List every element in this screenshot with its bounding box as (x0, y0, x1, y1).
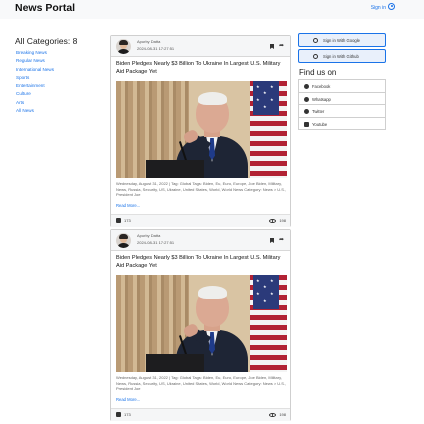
post-date: 2024-08-31 17:27:51 (137, 240, 175, 245)
like-icon[interactable] (116, 218, 121, 223)
view-count: 198 (279, 218, 286, 223)
right-sidebar: Sign in With Google Sign in With Github … (298, 33, 386, 130)
read-more-link[interactable]: Read More... (116, 203, 140, 208)
category-sidebar: All Categories: 8 Breaking News Regular … (15, 36, 105, 115)
social-label: Twitter (312, 109, 325, 114)
eye-icon (269, 413, 276, 417)
category-entertainment[interactable]: Entertainment (15, 82, 105, 90)
google-icon (313, 37, 318, 43)
category-all-news[interactable]: All News (15, 107, 105, 115)
card-footer: 173 198 (111, 408, 290, 421)
user-icon[interactable] (388, 3, 395, 10)
category-regular-news[interactable]: Regular News (15, 57, 105, 65)
google-signin-button[interactable]: Sign in With Google (298, 33, 386, 47)
news-card: Apurby Datta 2024-08-31 17:27:51 ➦ Biden… (110, 229, 291, 421)
author-avatar (116, 39, 131, 54)
social-link-youtube[interactable]: Youtube (298, 116, 386, 130)
brand-logo[interactable]: News Portal (15, 2, 75, 14)
social-label: Youtube (312, 121, 328, 127)
category-breaking-news[interactable]: Breaking News (15, 49, 105, 57)
news-headline[interactable]: Biden Pledges Nearly $3 Billion To Ukrai… (116, 255, 288, 270)
github-signin-button[interactable]: Sign in With Github (298, 49, 386, 63)
news-image: ★ ★ ★ ★ ★ ★ (116, 81, 287, 178)
category-culture[interactable]: Culture (15, 90, 105, 98)
social-label: Whatsapp (312, 96, 331, 102)
category-international-news[interactable]: International News (15, 66, 105, 74)
whatsapp-icon (304, 96, 309, 102)
youtube-icon (304, 121, 309, 127)
share-icon[interactable]: ➦ (279, 237, 284, 243)
signin-link[interactable]: Sign in (371, 5, 386, 11)
share-icon[interactable]: ➦ (279, 43, 284, 49)
category-arts[interactable]: Arts (15, 99, 105, 107)
news-tags: Wednesday, August 31, 2022 | Tag: Global… (116, 181, 287, 198)
google-signin-label: Sign in With Google (323, 38, 361, 43)
eye-icon (269, 219, 276, 223)
post-date: 2024-08-31 17:27:51 (137, 46, 175, 51)
card-header: Apurby Datta 2024-08-31 17:27:51 ➦ (111, 230, 290, 251)
social-link-whatsapp[interactable]: Whatsapp (298, 91, 386, 105)
news-image: ★ ★ ★ ★ ★ ★ (116, 275, 287, 372)
navbar: News Portal Sign in (0, 0, 424, 19)
social-label: Facebook (312, 84, 331, 89)
view-count: 198 (279, 412, 286, 417)
find-us-title: Find us on (299, 68, 337, 77)
social-link-facebook[interactable]: Facebook (298, 79, 386, 93)
like-icon[interactable] (116, 412, 121, 417)
facebook-icon (304, 84, 309, 89)
news-tags: Wednesday, August 31, 2022 | Tag: Global… (116, 375, 287, 392)
github-icon (313, 53, 318, 59)
author-name: Apurby Datta (137, 233, 161, 238)
author-avatar (116, 233, 131, 248)
twitter-icon (304, 109, 309, 114)
github-signin-label: Sign in With Github (323, 54, 359, 59)
category-sports[interactable]: Sports (15, 74, 105, 82)
social-link-twitter[interactable]: Twitter (298, 104, 386, 118)
bookmark-icon[interactable] (270, 238, 274, 243)
card-footer: 173 198 (111, 214, 290, 227)
author-name: Apurby Datta (137, 39, 161, 44)
news-headline[interactable]: Biden Pledges Nearly $3 Billion To Ukrai… (116, 61, 288, 76)
read-more-link[interactable]: Read More... (116, 397, 140, 402)
bookmark-icon[interactable] (270, 44, 274, 49)
like-count: 173 (124, 412, 131, 417)
like-count: 173 (124, 218, 131, 223)
news-card: Apurby Datta 2024-08-31 17:27:51 ➦ Biden… (110, 35, 291, 227)
categories-title: All Categories: 8 (15, 36, 78, 46)
card-header: Apurby Datta 2024-08-31 17:27:51 ➦ (111, 36, 290, 57)
